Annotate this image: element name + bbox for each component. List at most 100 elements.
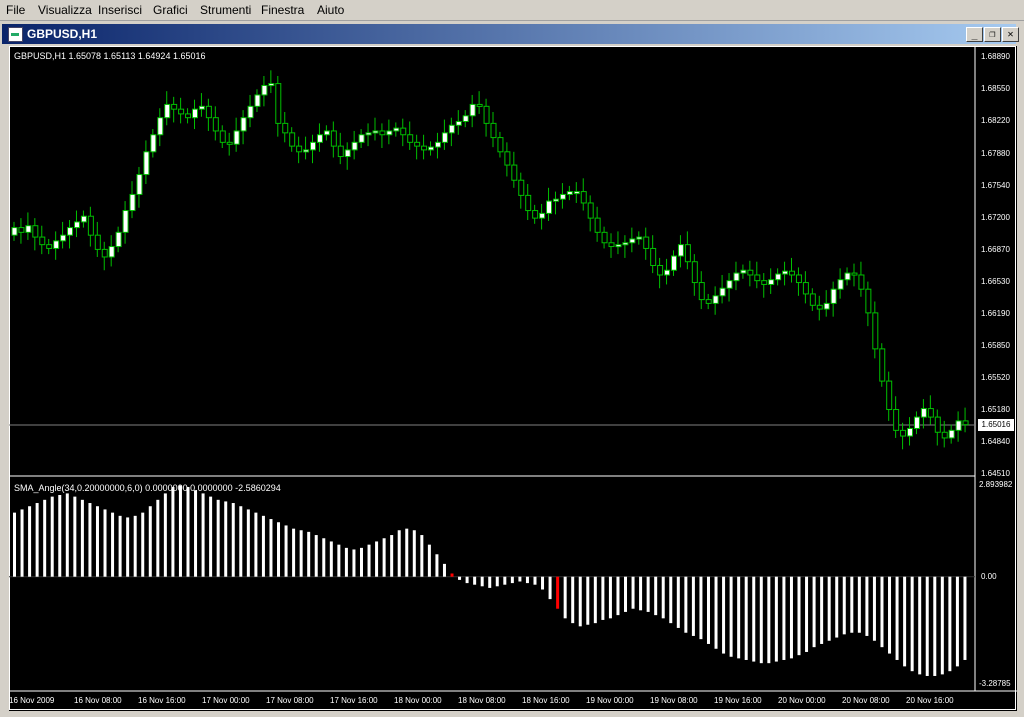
indicator-bar [669,576,673,624]
menu-grafici[interactable]: Grafici [153,3,188,17]
bear-candle [282,122,289,134]
bull-candle [552,198,559,202]
bear-candle [608,242,615,248]
indicator-bar [344,547,348,577]
indicator-bar [646,576,650,612]
bear-candle [594,217,601,233]
chart-window-titlebar[interactable]: GBPUSD,H1 _ ❐ ✕ [2,24,1019,44]
menu-strumenti[interactable]: Strumenti [200,3,251,17]
bull-candle [25,225,32,233]
indicator-bar [141,512,145,577]
bull-candle [316,134,323,143]
bear-candle [476,103,483,107]
minimize-button[interactable]: _ [966,27,983,42]
indicator-bar [405,528,409,577]
bull-candle [726,280,733,289]
bull-candle [719,287,726,297]
indicator-bar [880,576,884,648]
bear-candle [754,274,761,282]
indicator-axis-label: 0.00 [981,572,997,581]
bear-candle [185,113,192,119]
bull-candle [955,420,962,431]
bull-candle [830,288,837,304]
bull-candle [559,193,566,200]
indicator-bar [261,515,265,577]
bear-candle [497,137,504,153]
indicator-bar [608,576,612,619]
indicator-bar [782,576,786,660]
indicator-bar [518,576,522,582]
time-axis-label: 17 Nov 08:00 [266,696,314,705]
bear-candle [795,274,802,284]
bear-candle [212,117,219,132]
indicator-bar [13,512,16,577]
indicator-bar [857,576,861,633]
bull-candle [365,132,372,136]
indicator-bar [156,499,160,577]
restore-button[interactable]: ❐ [984,27,1001,42]
bear-candle [511,164,518,181]
bull-candle [636,236,643,240]
price-axis-label: 1.65180 [981,405,1010,414]
bull-candle [136,174,143,195]
menu-aiuto[interactable]: Aiuto [317,3,344,17]
bull-candle [11,227,18,236]
bear-candle [872,312,879,350]
indicator-bar [752,576,756,662]
bear-candle [296,145,303,153]
bull-candle [455,120,462,126]
indicator-bar [194,490,198,577]
indicator-bar [631,576,635,609]
price-axis-label: 1.67880 [981,149,1010,158]
menu-visualizza[interactable]: Visualizza [38,3,92,17]
menu-finestra[interactable]: Finestra [261,3,304,17]
bear-candle [789,270,796,276]
menu-inserisci[interactable]: Inserisci [98,3,142,17]
chart-canvas[interactable] [9,46,1017,711]
indicator-bar [691,576,695,636]
indicator-bar [684,576,688,633]
menu-file[interactable]: File [6,3,25,17]
bear-candle [400,127,407,136]
bull-candle [775,273,782,281]
indicator-bar [382,538,386,577]
bull-candle [844,272,851,281]
indicator-bar [133,515,137,577]
bear-candle [705,299,712,304]
bull-candle [268,83,275,87]
close-button[interactable]: ✕ [1002,27,1019,42]
indicator-bar [963,576,967,660]
bear-candle [657,265,664,276]
indicator-bar [322,538,326,577]
indicator-bar [375,541,379,577]
indicator-bar [163,493,167,577]
indicator-bar [774,576,778,662]
bull-candle [73,221,80,229]
indicator-bar [706,576,710,644]
chart-window-icon [8,27,23,42]
time-axis-label: 16 Nov 08:00 [74,696,122,705]
indicator-bar [699,576,703,640]
chart-area[interactable]: GBPUSD,H1 1.65078 1.65113 1.64924 1.6501… [9,46,1017,711]
indicator-bar [20,509,24,577]
bear-candle [865,288,872,314]
window-title: GBPUSD,H1 [27,27,98,41]
indicator-bar [525,576,529,584]
bull-candle [434,141,441,148]
bull-candle [164,103,171,119]
bull-candle [566,191,573,195]
chart-border [9,46,1016,710]
indicator-bar [329,541,333,577]
time-axis-label: 20 Nov 00:00 [778,696,826,705]
time-axis-label: 19 Nov 16:00 [714,696,762,705]
indicator-bar [186,487,190,577]
price-axis-label: 1.64510 [981,469,1010,478]
bull-candle [261,84,268,96]
indicator-bar [510,576,514,584]
indicator-bar [254,512,258,577]
price-axis-label: 1.66190 [981,309,1010,318]
bull-candle [920,408,927,418]
indicator-bar [737,576,741,659]
indicator-bar [789,576,793,659]
indicator-bar [910,576,914,672]
